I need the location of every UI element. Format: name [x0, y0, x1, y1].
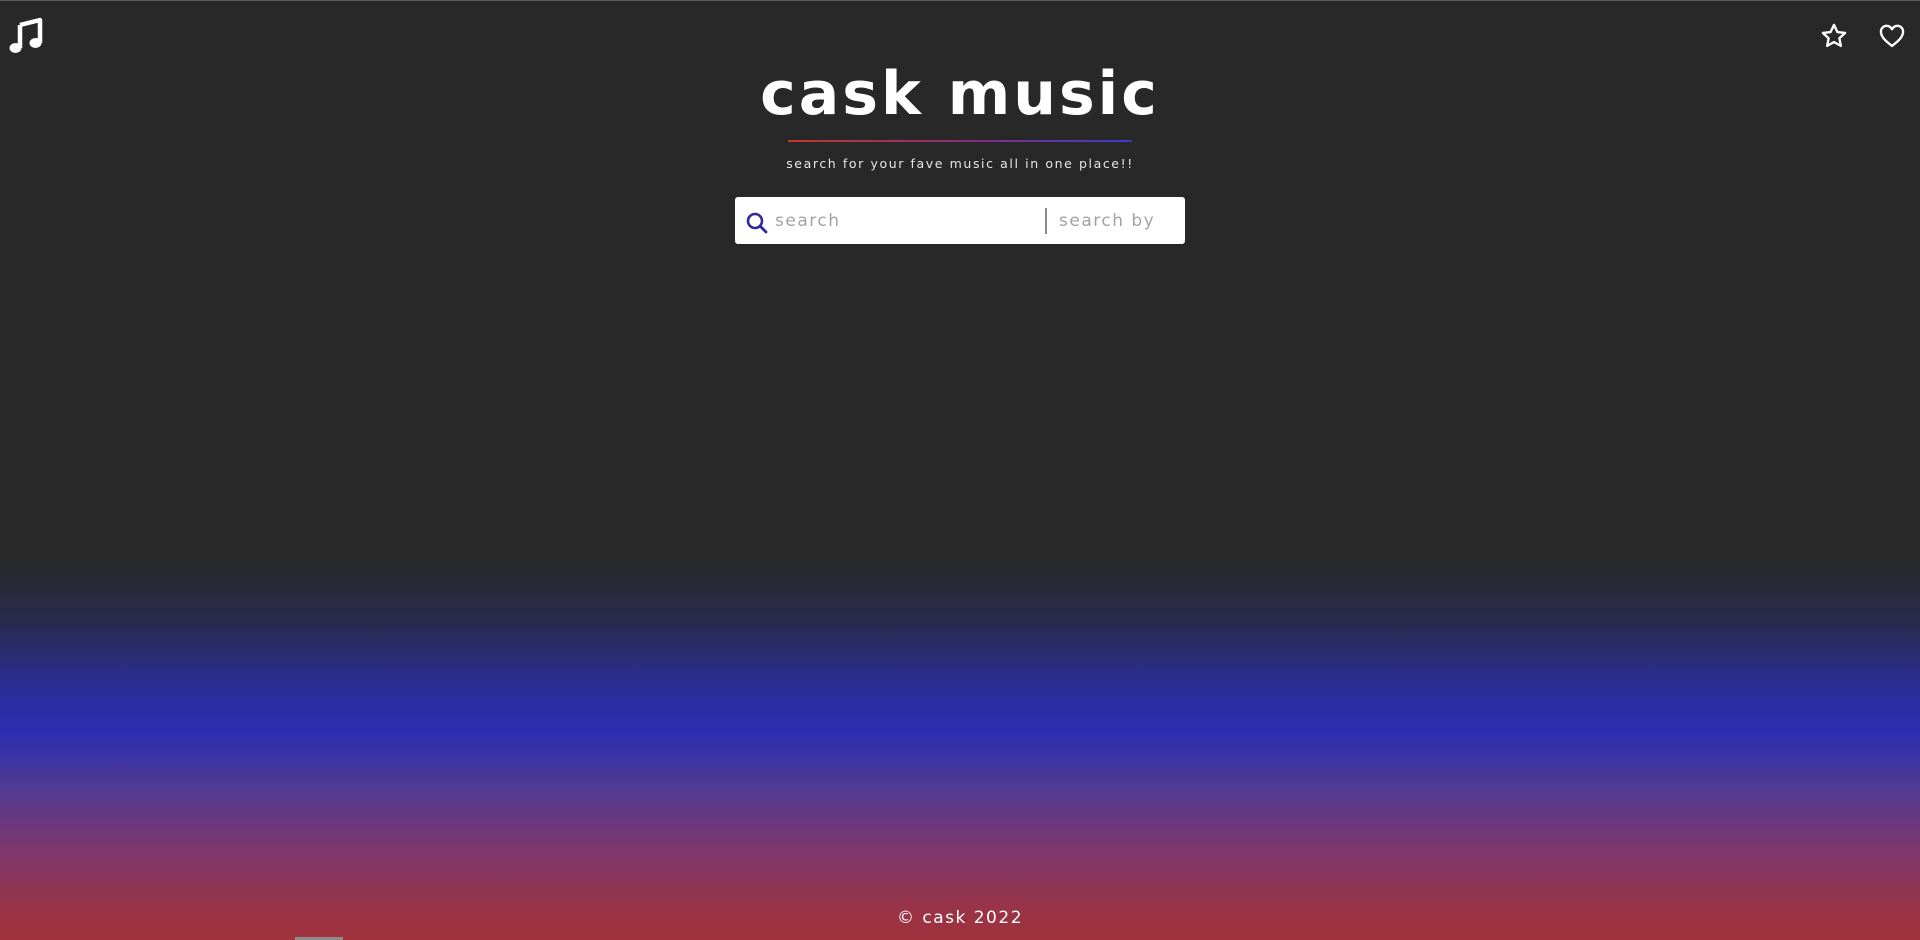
music-note-icon — [9, 17, 43, 53]
search-bar — [735, 197, 1185, 244]
search-icon[interactable] — [745, 211, 769, 235]
top-border — [0, 0, 1920, 1]
page-header: cask music search for your fave music al… — [0, 58, 1920, 171]
footer-copyright: © cask 2022 — [896, 908, 1024, 928]
likes-button[interactable] — [1876, 20, 1908, 52]
search-input[interactable] — [775, 205, 1037, 236]
star-icon — [1821, 23, 1847, 48]
heart-icon — [1879, 24, 1905, 48]
music-note-button[interactable] — [8, 17, 44, 55]
top-right-actions — [1818, 20, 1908, 52]
favorites-button[interactable] — [1818, 20, 1850, 52]
title-underline — [788, 140, 1132, 142]
page-subtitle: search for your fave music all in one pl… — [786, 156, 1134, 171]
search-divider — [1045, 207, 1047, 234]
page-title: cask music — [760, 59, 1160, 129]
search-by-select[interactable] — [1057, 204, 1181, 237]
